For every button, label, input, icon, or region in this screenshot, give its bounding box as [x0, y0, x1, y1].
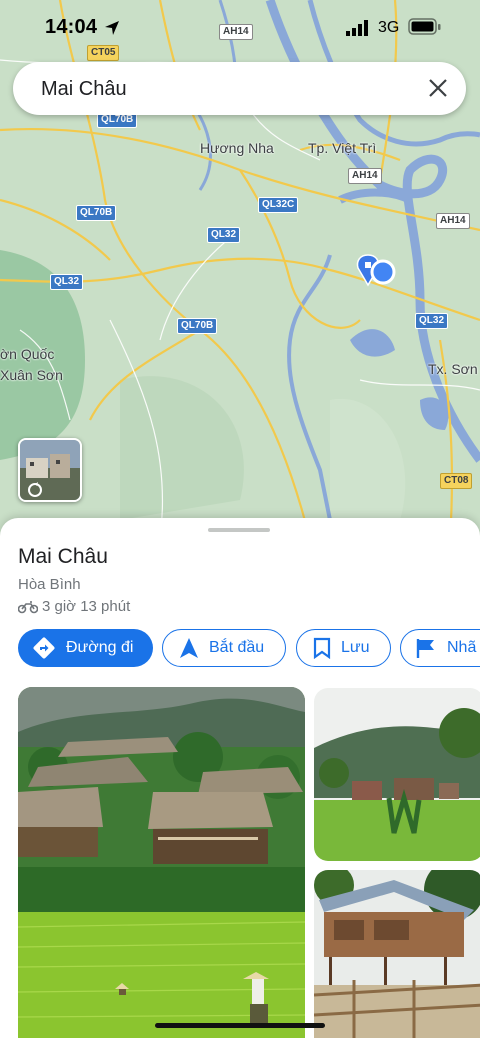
cellular-signal-icon	[346, 20, 368, 36]
road-shield: QL32	[415, 313, 449, 329]
save-button[interactable]: Lưu	[296, 629, 391, 667]
drive-time: 3 giờ 13 phút	[42, 598, 131, 615]
motorbike-icon	[18, 600, 38, 613]
road-shield: QL70B	[76, 205, 117, 221]
flag-icon	[415, 637, 437, 659]
directions-button[interactable]: Đường đi	[18, 629, 153, 667]
start-button[interactable]: Bắt đầu	[162, 629, 286, 667]
place-photo-2[interactable]	[314, 688, 480, 861]
road-shield: QL32	[50, 274, 84, 290]
place-photo-3[interactable]	[314, 870, 480, 1038]
place-region: Hòa Bình	[18, 576, 81, 593]
place-title: Mai Châu	[18, 545, 108, 568]
start-label: Bắt đầu	[209, 639, 265, 656]
bookmark-icon	[313, 637, 331, 659]
map-label-xuan-son[interactable]: Xuân Sơn	[0, 367, 63, 383]
current-location-dot	[370, 259, 396, 285]
sheet-drag-handle[interactable]	[208, 528, 270, 532]
road-shield: QL70B	[177, 318, 218, 334]
status-bar: 14:04 3G	[0, 0, 480, 58]
navigation-arrow-icon	[179, 637, 199, 659]
map-label-vuon-quoc[interactable]: ờn Quốc	[0, 346, 54, 362]
search-query[interactable]: Mai Châu	[41, 78, 127, 101]
drive-time-row: 3 giờ 13 phút	[18, 598, 130, 615]
road-shield: AH14	[348, 168, 382, 184]
battery-icon	[408, 18, 441, 35]
home-indicator[interactable]	[155, 1023, 325, 1028]
map-label-viet-tri[interactable]: Tp. Việt Trì	[308, 140, 376, 156]
label-button-text: Nhã	[447, 639, 477, 656]
road-shield: QL32C	[258, 197, 299, 213]
place-sheet[interactable]: Mai Châu Hòa Bình 3 giờ 13 phút Đường đi…	[0, 518, 480, 1038]
road-shield: CT08	[440, 473, 473, 489]
close-icon[interactable]	[428, 78, 448, 98]
directions-icon	[32, 636, 56, 660]
map-label-huong-nha[interactable]: Hương Nha	[200, 140, 274, 156]
map-label-son-tay[interactable]: Tx. Sơn Tây	[428, 361, 480, 377]
directions-label: Đường đi	[66, 639, 134, 656]
status-time: 14:04	[45, 16, 98, 38]
location-arrow-icon	[105, 21, 119, 35]
network-type: 3G	[378, 19, 400, 36]
search-bar[interactable]: Mai Châu	[13, 62, 466, 115]
road-shield: QL32	[207, 227, 241, 243]
road-shield: AH14	[436, 213, 470, 229]
place-photo-main[interactable]	[18, 687, 305, 1038]
save-label: Lưu	[341, 639, 370, 656]
street-view-thumbnail[interactable]	[18, 438, 82, 502]
label-button[interactable]: Nhã	[400, 629, 480, 667]
